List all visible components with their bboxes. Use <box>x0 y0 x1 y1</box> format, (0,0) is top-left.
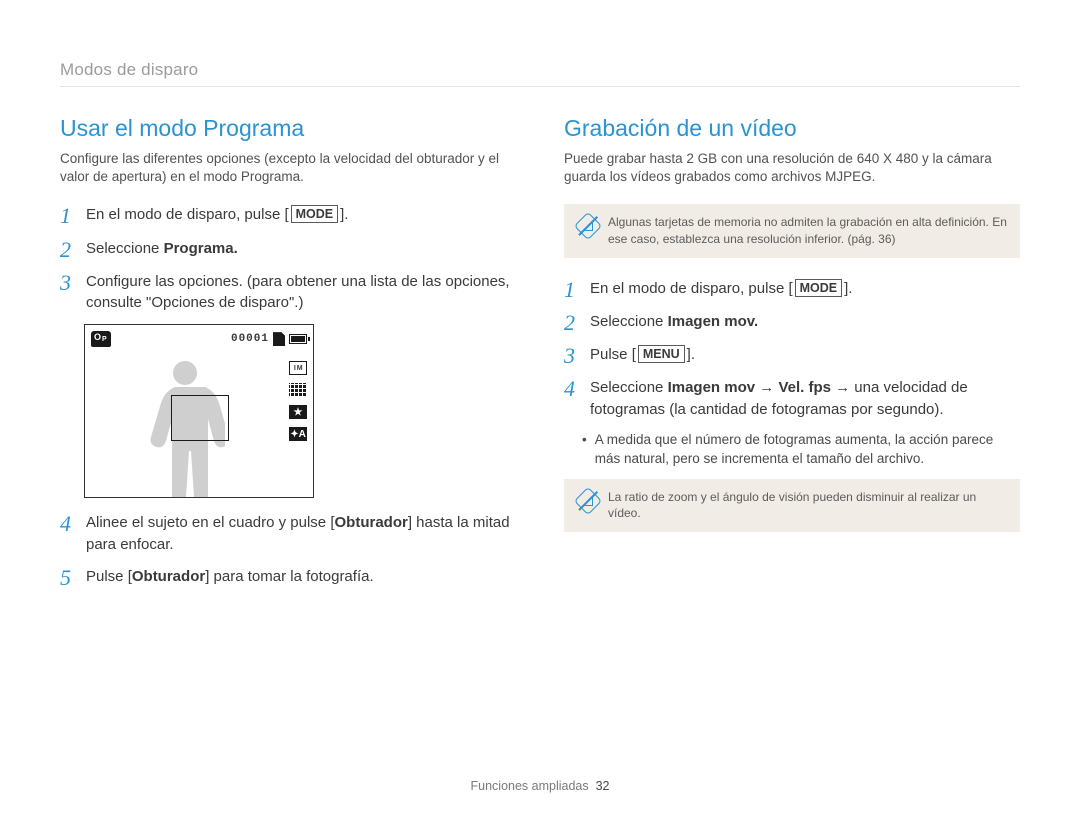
step-number: 4 <box>60 512 82 535</box>
battery-icon <box>289 334 307 344</box>
step-1-right: 1 En el modo de disparo, pulse [MODE]. <box>564 278 1020 301</box>
step-bold: Programa. <box>164 240 238 257</box>
step-text: Configure las opciones. (para obtener un… <box>86 271 516 315</box>
footer-page-number: 32 <box>596 779 610 793</box>
step-number: 5 <box>60 566 82 589</box>
step-text: En el modo de disparo, pulse [ <box>590 280 793 297</box>
lcd-preview: 00001 I M ★ ✦A <box>84 324 314 498</box>
flash-auto-icon: ✦A <box>289 427 307 441</box>
step-number: 1 <box>60 204 82 227</box>
note-icon <box>576 214 598 236</box>
focus-frame <box>171 395 229 441</box>
step-bold: Obturador <box>132 568 205 585</box>
col-video-record: Grabación de un vídeo Puede grabar hasta… <box>564 115 1020 599</box>
step-number: 1 <box>564 278 586 301</box>
step-number: 3 <box>60 271 82 294</box>
step-5-left: 5 Pulse [Obturador] para tomar la fotogr… <box>60 566 516 589</box>
col-program-mode: Usar el modo Programa Configure las dife… <box>60 115 516 599</box>
sub-bullet-fps: A medida que el número de fotogramas aum… <box>582 431 1020 469</box>
step-text: ]. <box>844 280 852 297</box>
key-mode: MODE <box>795 279 843 297</box>
step-bold: Imagen mov. <box>668 313 759 330</box>
note-zoom: La ratio de zoom y el ángulo de visión p… <box>564 479 1020 533</box>
step-4-left: 4 Alinee el sujeto en el cuadro y pulse … <box>60 512 516 556</box>
sub-bullet-text: A medida que el número de fotogramas aum… <box>595 431 1020 469</box>
note-text: La ratio de zoom y el ángulo de visión p… <box>608 489 1008 523</box>
title-program: Usar el modo Programa <box>60 115 516 142</box>
metering-icon: ★ <box>289 405 307 419</box>
step-text: ] para tomar la fotografía. <box>205 568 373 585</box>
step-number: 2 <box>564 311 586 334</box>
step-text: Pulse [ <box>590 346 636 363</box>
memory-card-icon <box>273 332 285 346</box>
step-1-left: 1 En el modo de disparo, pulse [MODE]. <box>60 204 516 227</box>
key-menu: MENU <box>638 345 685 363</box>
intro-video: Puede grabar hasta 2 GB con una resoluci… <box>564 150 1020 186</box>
step-text: Seleccione <box>590 313 668 330</box>
step-2-left: 2 Seleccione Programa. <box>60 238 516 261</box>
title-video: Grabación de un vídeo <box>564 115 1020 142</box>
image-size-icon: I M <box>289 361 307 375</box>
step-number: 4 <box>564 377 586 400</box>
step-text: Alinee el sujeto en el cuadro y pulse [ <box>86 514 335 531</box>
mode-indicator-icon <box>91 331 111 347</box>
step-bold: Obturador <box>335 514 408 531</box>
step-text: En el modo de disparo, pulse [ <box>86 206 289 223</box>
step-number: 3 <box>564 344 586 367</box>
step-text: Seleccione <box>590 379 668 396</box>
footer-label: Funciones ampliadas <box>471 779 589 793</box>
breadcrumb: Modos de disparo <box>60 60 1020 87</box>
step-text: ]. <box>687 346 695 363</box>
quality-icon <box>289 383 307 397</box>
step-text: Pulse [ <box>86 568 132 585</box>
note-text: Algunas tarjetas de memoria no admiten l… <box>608 214 1008 248</box>
shot-counter: 00001 <box>231 333 269 345</box>
step-text: ]. <box>340 206 348 223</box>
step-number: 2 <box>60 238 82 261</box>
note-memory-card: Algunas tarjetas de memoria no admiten l… <box>564 204 1020 258</box>
step-bold: Imagen mov <box>668 379 756 396</box>
step-text: → <box>755 379 778 396</box>
intro-program: Configure las diferentes opciones (excep… <box>60 150 516 186</box>
key-mode: MODE <box>291 205 339 223</box>
step-3-right: 3 Pulse [MENU]. <box>564 344 1020 367</box>
step-3-left: 3 Configure las opciones. (para obtener … <box>60 271 516 315</box>
step-4-right: 4 Seleccione Imagen mov → Vel. fps → una… <box>564 377 1020 421</box>
page-footer: Funciones ampliadas 32 <box>0 779 1080 793</box>
step-text: Seleccione <box>86 240 164 257</box>
step-bold: Vel. fps <box>778 379 831 396</box>
note-icon <box>576 489 598 511</box>
step-2-right: 2 Seleccione Imagen mov. <box>564 311 1020 334</box>
